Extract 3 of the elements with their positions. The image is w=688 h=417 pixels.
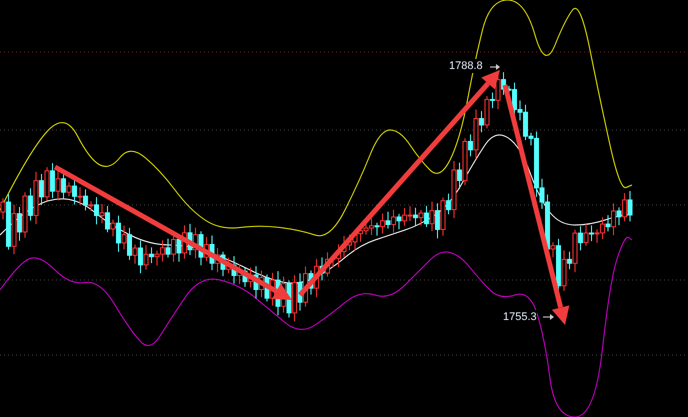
- price-label: 1788.8: [449, 59, 483, 73]
- pointer-arrow: [490, 64, 500, 70]
- pointer-arrow: [542, 314, 554, 320]
